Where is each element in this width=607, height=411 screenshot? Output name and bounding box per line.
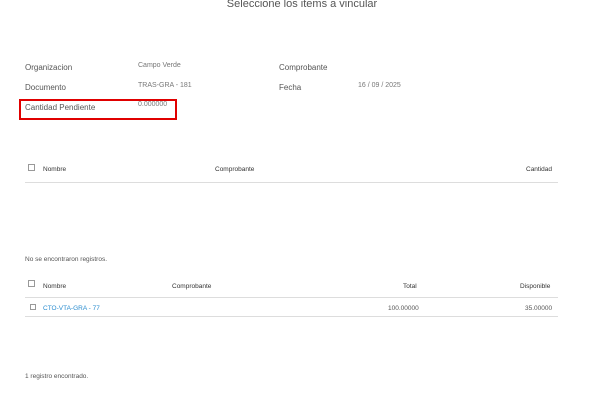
table1-header-divider [25, 182, 558, 183]
records-count: 1 registro encontrado. [25, 373, 89, 380]
documento-value: TRAS-GRA - 181 [138, 82, 192, 89]
select-all-checkbox[interactable] [28, 280, 35, 287]
table1-header-comprobante[interactable]: Comprobante [215, 166, 254, 173]
row-total: 100.00000 [388, 305, 419, 312]
row-disponible: 35.00000 [525, 305, 553, 312]
dialog-title: Seleccione los items a vincular [226, 0, 378, 10]
table2-header-nombre[interactable]: Nombre [43, 283, 66, 290]
cantidad-pendiente-label: Cantidad Pendiente [25, 103, 96, 112]
table2-row-divider [25, 316, 558, 317]
table1-header-cantidad[interactable]: Cantidad [526, 166, 552, 173]
fecha-label: Fecha [279, 83, 302, 92]
table2-header-comprobante[interactable]: Comprobante [172, 283, 211, 290]
select-all-checkbox[interactable] [28, 164, 35, 171]
row-nombre-link[interactable]: CTO-VTA-GRA - 77 [43, 305, 100, 312]
fecha-value: 16 / 09 / 2025 [358, 82, 401, 89]
cantidad-pendiente-value: 0.000000 [138, 101, 168, 108]
organizacion-value: Campo Verde [138, 62, 181, 69]
table2-header-total[interactable]: Total [403, 283, 417, 290]
row-checkbox[interactable] [30, 304, 36, 310]
documento-label: Documento [25, 83, 66, 92]
table2-header-divider [25, 297, 558, 298]
empty-message: No se encontraron registros. [25, 256, 108, 263]
comprobante-label: Comprobante [279, 63, 328, 72]
table1-header-nombre[interactable]: Nombre [43, 166, 66, 173]
organizacion-label: Organizacion [25, 63, 73, 72]
table2-header-disponible[interactable]: Disponible [520, 283, 550, 290]
